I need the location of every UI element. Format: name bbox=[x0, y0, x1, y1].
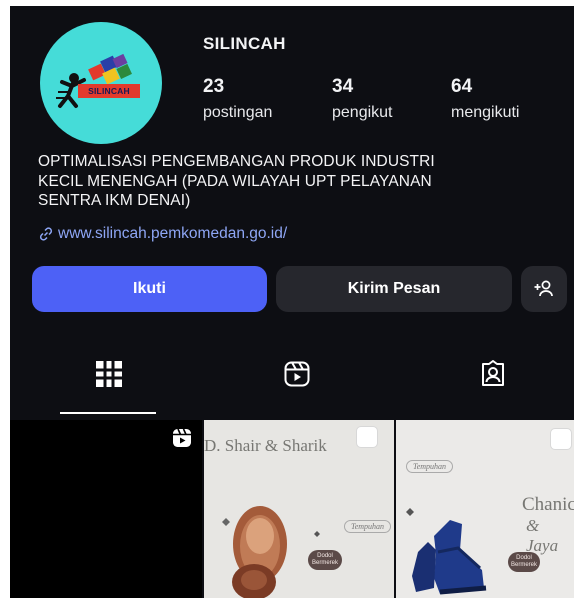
tab-reels[interactable] bbox=[277, 354, 317, 394]
stat-following[interactable]: 64 mengikuti bbox=[451, 76, 519, 122]
reels-icon bbox=[284, 361, 310, 387]
screen: SILINCAH SILINCAH 23 postingan 34 pengik… bbox=[0, 0, 574, 598]
stat-posts-label: postingan bbox=[203, 104, 273, 121]
follow-button[interactable]: Ikuti bbox=[32, 266, 267, 312]
grid-post[interactable]: Tempuhan Chanic & Jaya Dodol Bermerek bbox=[396, 420, 574, 598]
grid-icon bbox=[96, 361, 122, 387]
stat-posts-count: 23 bbox=[203, 76, 225, 97]
tab-posts-grid[interactable] bbox=[89, 354, 129, 394]
stat-following-label: mengikuti bbox=[451, 104, 520, 121]
select-checkbox[interactable] bbox=[550, 428, 572, 450]
profile-link[interactable]: www.silincah.pemkomedan.go.id/ bbox=[38, 225, 287, 243]
select-checkbox[interactable] bbox=[356, 426, 378, 448]
stat-followers-count: 34 bbox=[332, 76, 354, 97]
product-sandal-image bbox=[222, 506, 320, 598]
profile-bio: OPTIMALISASI PENGEMBANGAN PRODUK INDUSTR… bbox=[38, 152, 558, 211]
profile-link-text: www.silincah.pemkomedan.go.id/ bbox=[58, 225, 288, 242]
post-title: D. Shair & Sharik bbox=[204, 436, 327, 455]
reel-indicator bbox=[172, 428, 192, 453]
grid-post[interactable]: D. Shair & Sharik Tempuhan Dodol Bermere… bbox=[204, 420, 394, 598]
bio-line: KECIL MENENGAH (PADA WILAYAH UPT PELAYAN… bbox=[38, 172, 432, 190]
active-tab-indicator bbox=[60, 412, 156, 414]
product-boot-image bbox=[406, 508, 487, 595]
suggested-accounts-button[interactable] bbox=[521, 266, 567, 312]
post-tag: Tempuhan bbox=[406, 460, 454, 473]
tagged-icon bbox=[482, 360, 504, 386]
bio-line: SENTRA IKM DENAI) bbox=[38, 192, 191, 209]
stat-posts[interactable]: 23 postingan bbox=[203, 76, 272, 122]
post-title: & Jaya bbox=[526, 516, 559, 555]
stat-followers-label: pengikut bbox=[332, 104, 393, 121]
post-title: Chanic bbox=[522, 494, 574, 515]
avatar[interactable]: SILINCAH bbox=[40, 22, 162, 144]
profile-username: SILINCAH bbox=[203, 34, 286, 53]
reels-icon bbox=[173, 428, 191, 447]
bio-line: OPTIMALISASI PENGEMBANGAN PRODUK INDUSTR… bbox=[38, 153, 435, 170]
stat-following-count: 64 bbox=[451, 76, 473, 97]
stat-followers[interactable]: 34 pengikut bbox=[332, 76, 393, 122]
silincah-logo bbox=[56, 53, 140, 108]
product-label: Dodol Bermerek bbox=[508, 552, 540, 572]
profile-page: SILINCAH SILINCAH 23 postingan 34 pengik… bbox=[10, 6, 574, 598]
tab-tagged[interactable] bbox=[473, 354, 513, 394]
avatar-logo-text: SILINCAH bbox=[88, 86, 130, 96]
link-icon bbox=[39, 227, 53, 241]
product-label: Dodol Bermerek bbox=[308, 550, 342, 570]
add-person-icon bbox=[534, 280, 553, 297]
send-message-button[interactable]: Kirim Pesan bbox=[276, 266, 512, 312]
grid-post[interactable] bbox=[10, 420, 202, 598]
post-tag: Tempuhan bbox=[344, 520, 392, 533]
